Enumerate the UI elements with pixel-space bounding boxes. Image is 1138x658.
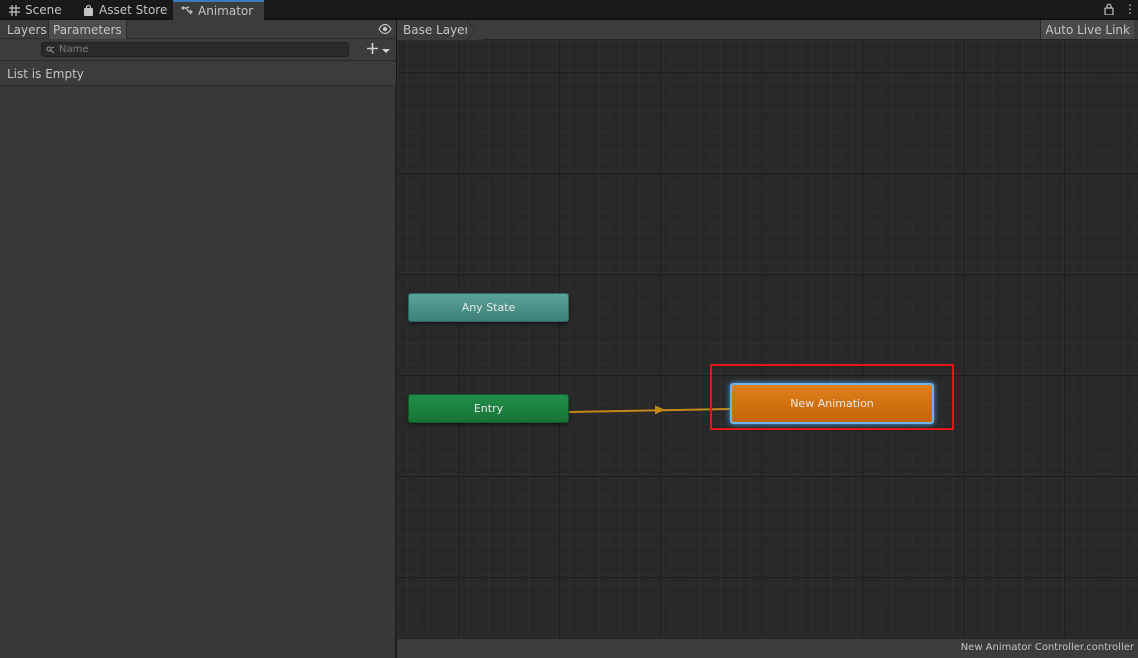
auto-live-link-button[interactable]: Auto Live Link [1040, 20, 1134, 39]
any-state-node[interactable]: Any State [408, 293, 569, 322]
tab-asset-store-label: Asset Store [99, 3, 168, 17]
state-machine-graph[interactable] [397, 20, 1138, 638]
plus-icon [366, 42, 379, 58]
tab-animator[interactable]: Animator [173, 0, 264, 20]
search-row [0, 39, 396, 61]
empty-list-label: List is Empty [0, 62, 396, 86]
add-parameter-button[interactable] [366, 41, 392, 58]
grid-icon [8, 4, 20, 16]
tab-scene[interactable]: Scene [0, 0, 70, 20]
shopping-bag-icon [82, 4, 94, 16]
search-input[interactable] [59, 44, 339, 55]
highlight-rectangle [710, 364, 954, 430]
controller-name: New Animator Controller.controller [960, 642, 1134, 653]
eye-icon[interactable] [378, 23, 392, 35]
panel-tab-bar: Layers Parameters [0, 20, 396, 39]
breadcrumb-arrow-icon [467, 20, 475, 40]
tab-scene-label: Scene [25, 3, 62, 17]
tab-animator-label: Animator [198, 4, 254, 18]
animator-icon [181, 5, 193, 17]
kebab-menu-icon[interactable]: ⋮ [1124, 2, 1136, 16]
status-bar: New Animator Controller.controller [397, 638, 1138, 658]
search-icon [46, 43, 55, 57]
tab-layers[interactable]: Layers [3, 20, 51, 39]
parameters-panel: Layers Parameters List is Empty [0, 20, 396, 658]
tab-parameters[interactable]: Parameters [48, 20, 127, 39]
entry-node[interactable]: Entry [408, 394, 569, 423]
graph-toolbar: Base Layer Auto Live Link [397, 20, 1138, 40]
search-field[interactable] [41, 42, 349, 57]
window-tab-bar: Scene Asset Store Animator ⋮ [0, 0, 1138, 20]
tab-asset-store[interactable]: Asset Store [74, 0, 175, 20]
dropdown-arrow-icon [382, 43, 390, 57]
lock-icon[interactable] [1104, 3, 1114, 16]
